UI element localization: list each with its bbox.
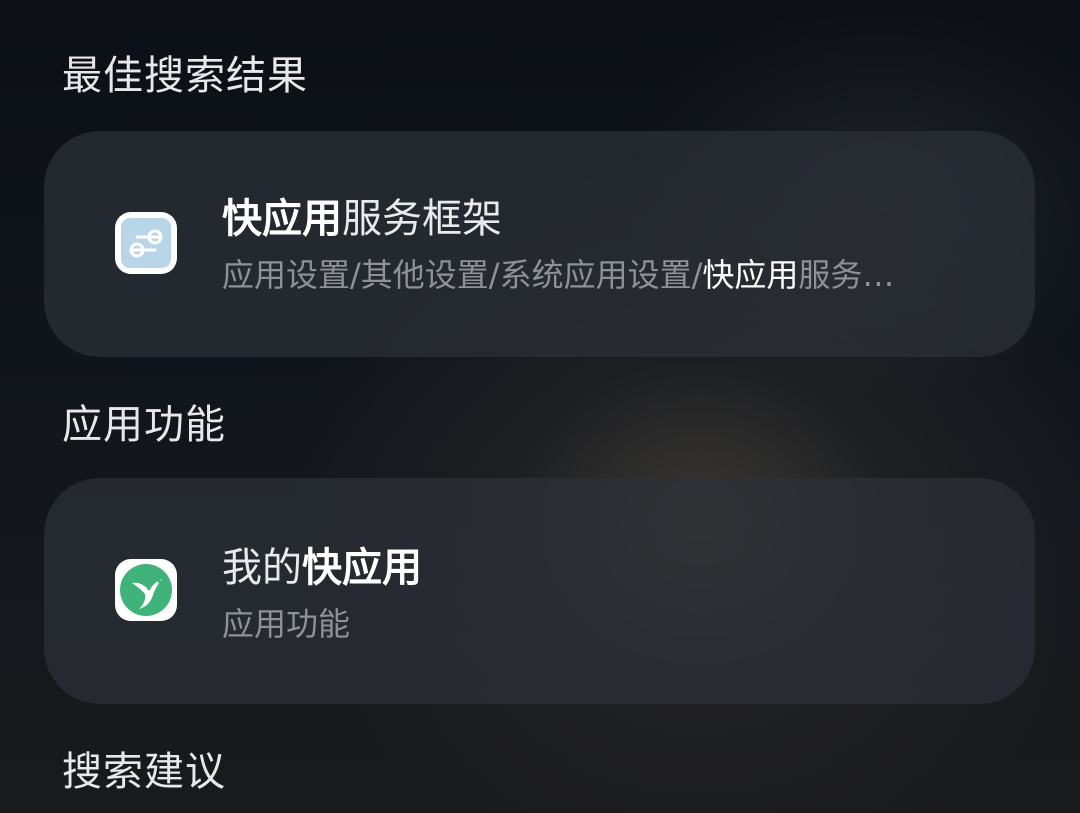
title-highlight: 快应用: [222, 196, 342, 242]
feature-title-prefix: 我的: [222, 545, 302, 591]
title-rest: 服务框架: [342, 196, 502, 242]
feature-card-my-quick-apps[interactable]: 我的快应用 应用功能: [44, 478, 1035, 704]
best-result-path: 应用设置/其他设置/系统应用设置/快应用服务…: [222, 255, 894, 295]
path-highlight: 快应用: [702, 256, 799, 294]
feature-title: 我的快应用: [222, 544, 422, 592]
feature-title-highlight: 快应用: [302, 545, 422, 591]
hummingbird-icon: [120, 564, 172, 616]
path-prefix: 应用设置/其他设置/系统应用设置/: [222, 256, 703, 294]
feature-subtitle: 应用功能: [222, 605, 351, 643]
path-rest: 服务…: [798, 256, 895, 294]
suggestions-section-title: 搜索建议: [62, 749, 226, 795]
best-result-title: 快应用服务框架: [222, 195, 502, 243]
app-icon-my-quick-apps: [115, 559, 177, 621]
app-features-section-title: 应用功能: [62, 402, 226, 448]
app-icon-quick-app-service: [115, 212, 177, 274]
best-result-card[interactable]: 快应用服务框架 应用设置/其他设置/系统应用设置/快应用服务…: [44, 131, 1035, 357]
toggle-settings-icon: [121, 218, 171, 268]
best-results-section-title: 最佳搜索结果: [62, 53, 308, 99]
